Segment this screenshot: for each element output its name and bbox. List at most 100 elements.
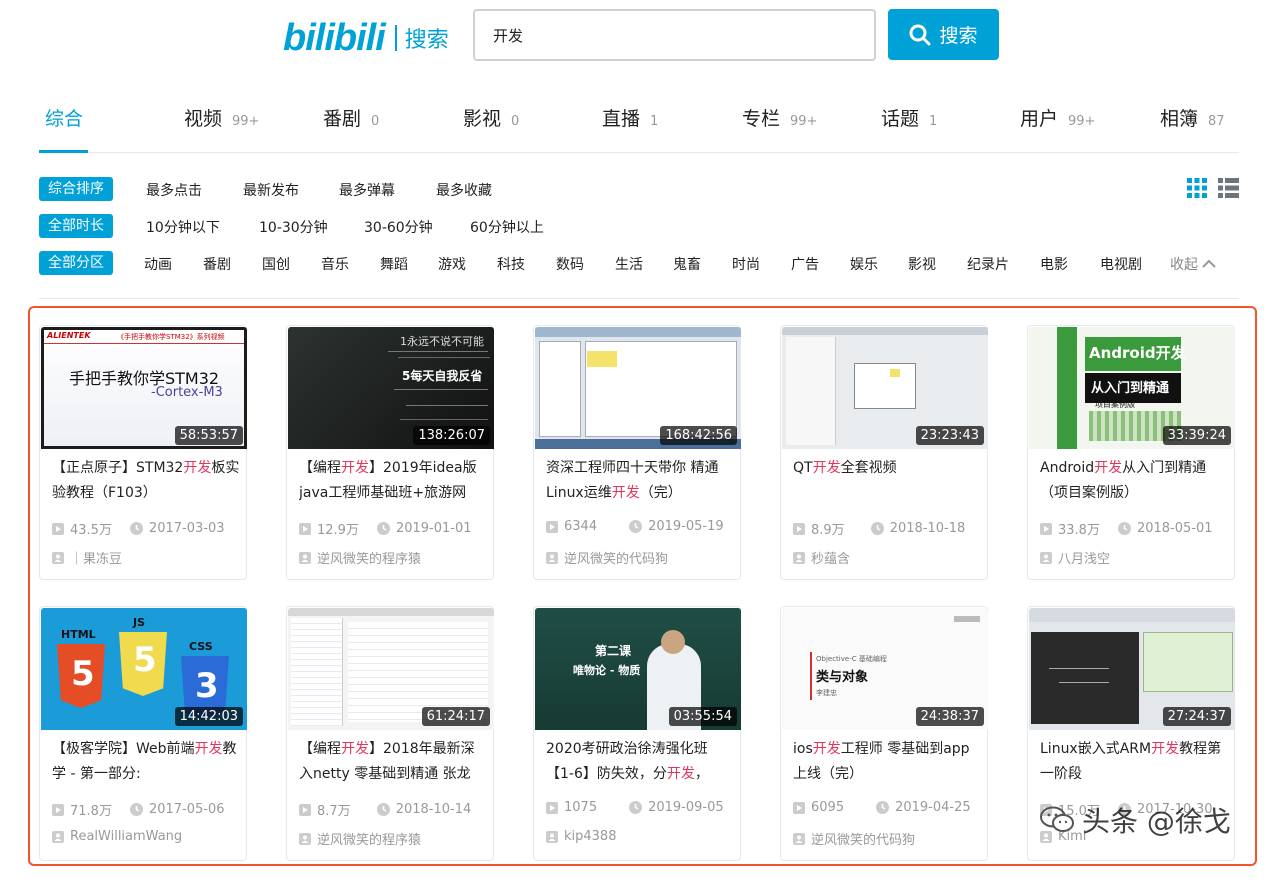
order-filter-active[interactable]: 综合排序	[39, 177, 113, 201]
uploader[interactable]: RealWilliamWang	[52, 829, 182, 844]
list-view-icon[interactable]	[1218, 178, 1239, 198]
zone-option[interactable]: 游戏	[438, 254, 466, 274]
clock-icon	[129, 522, 143, 535]
uploader[interactable]: 八月浅空	[1040, 548, 1110, 567]
zone-option[interactable]: 舞蹈	[380, 254, 408, 274]
tab-topic[interactable]: 话题 1	[881, 104, 937, 131]
logo-divider	[394, 25, 397, 51]
tab-label: 视频	[184, 108, 223, 130]
order-option[interactable]: 最多点击	[146, 180, 202, 200]
thumb-author: 李建忠	[816, 689, 837, 697]
duration-filter-active[interactable]: 全部时长	[39, 214, 113, 238]
video-thumbnail[interactable]: 168:42:56	[535, 327, 741, 449]
zone-option[interactable]: 广告	[791, 254, 819, 274]
zone-option[interactable]: 时尚	[732, 254, 760, 274]
tab-count: 1	[650, 114, 659, 129]
video-thumbnail[interactable]: 27:24:37	[1029, 608, 1235, 730]
video-title[interactable]: Linux嵌入式ARM开发教程第一阶段	[1040, 737, 1228, 787]
video-card[interactable]: Android开发 从入门到精通 项目案例版 33:39:24 Android开…	[1027, 325, 1235, 580]
video-thumbnail[interactable]: 1永远不说不可能 5每天自我反省 138:26:07	[288, 327, 494, 449]
video-title[interactable]: 【极客学院】Web前端开发教学 - 第一部分:	[52, 737, 240, 787]
video-card[interactable]: HTML 5 JS 5 CSS 3 14:42:03 【极客学院】Web前端开发…	[39, 606, 247, 861]
uploader-name: 秒蕴含	[811, 552, 851, 567]
video-card[interactable]: 61:24:17 【编程开发】2018年最新深入netty 零基础到精通 张龙 …	[286, 606, 494, 861]
zone-option[interactable]: 生活	[615, 254, 643, 274]
video-meta: 6344 2019-05-19	[546, 519, 724, 534]
video-title[interactable]: 2020考研政治徐涛强化班【1-6】防失效，分开发，	[546, 737, 734, 787]
video-title[interactable]: 资深工程师四十天带你 精通Linux运维开发（完）	[546, 456, 734, 506]
thumb-digit: 3	[195, 666, 219, 706]
video-thumbnail[interactable]: Android开发 从入门到精通 项目案例版 33:39:24	[1029, 327, 1235, 449]
tab-live[interactable]: 直播 1	[602, 104, 658, 131]
uploader[interactable]: 逆风微笑的代码狗	[793, 829, 915, 848]
thumb-subtitle: 从入门到精通	[1091, 381, 1170, 396]
tab-album[interactable]: 相簿 87	[1160, 104, 1225, 131]
duration-option[interactable]: 30-60分钟	[364, 217, 433, 237]
tab-all[interactable]: 综合	[45, 104, 83, 131]
uploader[interactable]: 逆风微笑的代码狗	[546, 548, 668, 567]
video-title[interactable]: 【编程开发】2019年idea版java工程师基础班+旅游网	[299, 456, 487, 506]
order-option[interactable]: 最多弹幕	[339, 180, 395, 200]
zone-option[interactable]: 番剧	[203, 254, 231, 274]
video-thumbnail[interactable]: 61:24:17	[288, 608, 494, 730]
uploader-name: RealWilliamWang	[70, 829, 183, 844]
zone-option[interactable]: 娱乐	[850, 254, 878, 274]
zone-option[interactable]: 鬼畜	[673, 254, 701, 274]
bilibili-logo[interactable]: bilibili 搜索	[283, 16, 449, 60]
video-thumbnail[interactable]: 23:23:43	[782, 327, 988, 449]
tab-movie[interactable]: 影视 0	[463, 104, 519, 131]
tab-label: 用户	[1020, 108, 1059, 130]
zone-option[interactable]: 国创	[262, 254, 290, 274]
uploader[interactable]: 逆风微笑的程序猿	[299, 829, 421, 848]
tab-label: 专栏	[742, 108, 781, 130]
video-title[interactable]: ios开发工程师 零基础到app上线（完）	[793, 737, 981, 787]
grid-view-icon[interactable]	[1187, 178, 1207, 198]
upload-date: 2018-05-01	[1136, 521, 1213, 536]
video-thumbnail[interactable]: ALIENTEK 《手把手教你学STM32》系列视频 手把手教你学STM32 -…	[41, 327, 247, 449]
tab-article[interactable]: 专栏 99+	[742, 104, 817, 131]
zone-option[interactable]: 音乐	[321, 254, 349, 274]
video-title[interactable]: QT开发全套视频	[793, 456, 981, 506]
uploader[interactable]: kip4388	[546, 829, 616, 844]
thumb-label: HTML	[61, 628, 96, 641]
zone-option[interactable]: 纪录片	[967, 254, 1009, 274]
duration-option[interactable]: 10-30分钟	[259, 217, 328, 237]
tab-video[interactable]: 视频 99+	[184, 104, 259, 131]
order-option[interactable]: 最多收藏	[436, 180, 492, 200]
uploader[interactable]: 秒蕴含	[793, 548, 850, 567]
video-title[interactable]: 【正点原子】STM32开发板实验教程（F103）	[52, 456, 240, 506]
zone-option[interactable]: 电视剧	[1100, 254, 1142, 274]
tab-count: 99+	[232, 114, 260, 129]
video-title[interactable]: Android开发从入门到精通（项目案例版）	[1040, 456, 1228, 506]
video-card[interactable]: 23:23:43 QT开发全套视频 8.9万 2018-10-18 秒蕴含	[780, 325, 988, 580]
search-button[interactable]: 搜索	[888, 9, 999, 60]
zone-option[interactable]: 数码	[556, 254, 584, 274]
active-tab-indicator	[39, 150, 88, 153]
duration-option[interactable]: 10分钟以下	[146, 217, 220, 237]
tab-user[interactable]: 用户 99+	[1020, 104, 1095, 131]
zone-option[interactable]: 电影	[1040, 254, 1068, 274]
video-card[interactable]: 168:42:56 资深工程师四十天带你 精通Linux运维开发（完） 6344…	[533, 325, 741, 580]
video-card[interactable]: 第二课 唯物论 - 物质 03:55:54 2020考研政治徐涛强化班【1-6】…	[533, 606, 741, 861]
search-input[interactable]	[473, 9, 876, 61]
zone-option[interactable]: 动画	[144, 254, 172, 274]
video-thumbnail[interactable]: HTML 5 JS 5 CSS 3 14:42:03	[41, 608, 247, 730]
zone-filter-active[interactable]: 全部分区	[39, 251, 113, 275]
video-card[interactable]: Objective-C 基础编程 类与对象 李建忠 24:38:37 ios开发…	[780, 606, 988, 861]
video-thumbnail[interactable]: 第二课 唯物论 - 物质 03:55:54	[535, 608, 741, 730]
zone-collapse-toggle[interactable]: 收起	[1170, 254, 1216, 274]
video-duration: 58:53:57	[174, 426, 243, 445]
zone-option[interactable]: 科技	[497, 254, 525, 274]
duration-option[interactable]: 60分钟以上	[470, 217, 544, 237]
order-option[interactable]: 最新发布	[243, 180, 299, 200]
upload-date: 2019-01-01	[395, 521, 472, 536]
video-card[interactable]: ALIENTEK 《手把手教你学STM32》系列视频 手把手教你学STM32 -…	[39, 325, 247, 580]
zone-option[interactable]: 影视	[908, 254, 936, 274]
video-thumbnail[interactable]: Objective-C 基础编程 类与对象 李建忠 24:38:37	[782, 608, 988, 730]
uploader[interactable]: ｜果冻豆	[52, 548, 122, 567]
uploader-icon	[299, 551, 311, 564]
video-card[interactable]: 1永远不说不可能 5每天自我反省 138:26:07 【编程开发】2019年id…	[286, 325, 494, 580]
video-title[interactable]: 【编程开发】2018年最新深入netty 零基础到精通 张龙	[299, 737, 487, 787]
tab-bangumi[interactable]: 番剧 0	[323, 104, 379, 131]
uploader[interactable]: 逆风微笑的程序猿	[299, 548, 421, 567]
